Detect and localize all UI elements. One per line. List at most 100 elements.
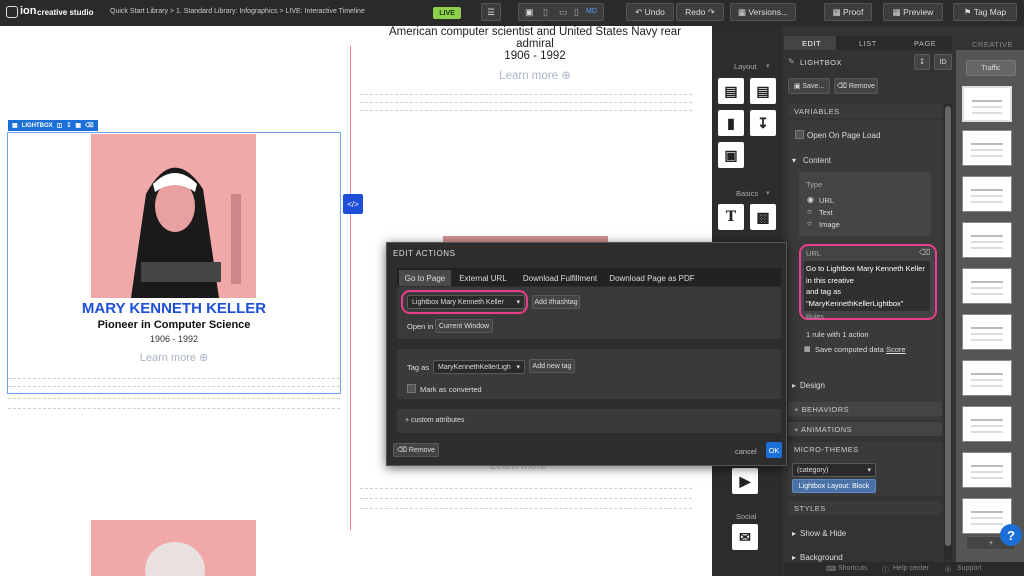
preview-button[interactable]: ▦ Preview [883,3,943,21]
add-new-tag-button[interactable]: Add new tag [529,359,575,373]
background-caret-icon[interactable]: ▸ [792,553,796,562]
duplicate-icon[interactable]: ◫ [57,122,63,129]
trash-icon[interactable]: ⌫ [919,248,930,257]
add-hashtag-button[interactable]: Add #hashtag [532,295,580,309]
text-element-icon[interactable]: T [718,204,744,230]
tab-creative[interactable]: CREATIVE [972,40,1013,49]
proof-button[interactable]: ▦ Proof [824,3,872,21]
social-label: Social [736,512,757,521]
show-hide-caret-icon[interactable]: ▸ [792,529,796,538]
device-switcher: ▣ ▯ ▭ ▯ MD [518,3,604,21]
save-button[interactable]: ▣ Save... [788,78,830,94]
rules-value[interactable]: 1 rule with 1 action [806,330,869,339]
right-learn-more-link[interactable]: Learn more ⊕ [360,68,710,82]
chevron-down-icon: ▾ [867,467,871,474]
undo-label: Undo [644,7,665,17]
cancel-button[interactable]: cancel [735,447,757,456]
show-hide-label[interactable]: Show & Hide [800,529,846,538]
phone-icon[interactable]: ▯ [574,7,579,18]
breadcrumb[interactable]: Quick Start Library > 1. Standard Librar… [110,8,365,15]
design-label[interactable]: Design [800,381,825,390]
content-caret-icon[interactable]: ▾ [792,156,796,165]
layout-columns-icon[interactable]: ▤ [718,78,744,104]
animations-header[interactable]: + ANIMATIONS [788,422,942,436]
layout-frame-icon[interactable]: ▣ [718,142,744,168]
tablet-landscape-icon[interactable]: ▭ [559,7,568,18]
desktop-icon[interactable]: ▣ [525,7,534,18]
comment-element-icon[interactable]: ✉ [732,524,758,550]
tab-external-url[interactable]: External URL [455,270,511,286]
download-icon[interactable]: ↧ [914,54,930,70]
page-thumbnail[interactable] [962,176,1012,212]
card-learn-more-link[interactable]: Learn more ⊕ [8,351,340,364]
id-button[interactable]: ID [934,54,952,70]
logo-icon [6,6,18,18]
device-size-label[interactable]: MD [586,8,597,15]
help-icon[interactable]: ? [1000,524,1022,546]
image-element-icon[interactable]: ▩ [750,204,776,230]
page-thumbnail[interactable] [962,130,1012,166]
shortcuts-link[interactable]: Shortcuts [838,565,868,572]
page-thumbnail[interactable] [962,360,1012,396]
page-select[interactable]: Lightbox Mary Kenneth Keller ▾ [407,295,525,309]
variables-header: VARIABLES [788,104,942,118]
radio-image-icon[interactable]: ○ [807,219,812,228]
layout-caret-icon[interactable]: ▾ [766,62,770,70]
basics-caret-icon[interactable]: ▾ [766,189,770,197]
save-computed-label[interactable]: Save computed data [815,345,884,354]
dashed-divider [360,110,692,111]
layout-rows-icon[interactable]: ▤ [750,78,776,104]
mark-converted-checkbox[interactable] [407,384,416,393]
page-thumbnail[interactable] [962,406,1012,442]
page-thumbnail[interactable] [962,452,1012,488]
remove-element-button[interactable]: ⌫ Remove [834,78,878,94]
ok-button[interactable]: OK [766,442,782,458]
tag-map-button[interactable]: ⚑ Tag Map [953,3,1017,21]
layout-download-icon[interactable]: ↧ [750,110,776,136]
tablet-icon[interactable]: ▯ [543,7,548,18]
redo-label: Redo [685,7,706,17]
right-card-desc-2: admiral [516,38,554,50]
radio-text-icon[interactable]: ○ [807,207,812,216]
custom-attributes-link[interactable]: + custom attributes [405,417,464,424]
tab-download-fulfillment[interactable]: Download Fulfillment [517,270,603,286]
lightbox-layout-chip[interactable]: Lightbox Layout: Block [792,479,876,493]
redo-button[interactable]: Redo ↷ [676,3,724,21]
support-link[interactable]: Support [957,565,982,572]
score-link[interactable]: Score [886,345,906,354]
help-center-link[interactable]: Help center [893,565,929,572]
layout-split-icon[interactable]: ▮ [718,110,744,136]
open-on-load-checkbox[interactable] [795,130,804,139]
page-thumbnail[interactable] [962,86,1012,122]
traffic-button[interactable]: Traffic [966,60,1016,76]
tab-download-pdf[interactable]: Download Page as PDF [607,270,697,286]
remove-action-button[interactable]: ⌫ Remove [393,443,439,457]
behaviors-header[interactable]: + BEHAVIORS [788,402,942,416]
radio-url-icon[interactable]: ◉ [807,195,814,204]
background-label[interactable]: Background [800,553,843,562]
dashed-divider [360,508,692,509]
page-thumbnail[interactable] [962,268,1012,304]
url-description[interactable]: Go to Lightbox Mary Kenneth Keller in th… [804,261,930,311]
grid-icon[interactable]: ▦ [75,122,81,129]
lightbox-tag[interactable]: ▦ LIGHTBOX ◫ ↧ ▦ ⌫ [8,120,98,131]
tab-page[interactable]: PAGE [914,39,936,48]
card-name: MARY KENNETH KELLER [81,300,267,317]
panel-scrollbar[interactable] [944,104,952,560]
video-element-icon[interactable]: ▶ [732,468,758,494]
code-toggle-icon[interactable]: </> [343,194,363,214]
move-down-icon[interactable]: ↧ [66,122,71,129]
open-in-select[interactable]: Current Window [435,319,493,333]
undo-button[interactable]: ↶ Undo [626,3,674,21]
page-thumbnail[interactable] [962,222,1012,258]
design-caret-icon[interactable]: ▸ [792,381,796,390]
page-thumbnail[interactable] [962,314,1012,350]
radio-text-label: Text [819,208,833,217]
tab-list[interactable]: LIST [859,39,877,48]
tag-select[interactable]: MaryKennethKellerLigh ▾ [433,360,525,374]
category-select[interactable]: (category) ▾ [792,463,876,477]
stack-icon[interactable]: ☰ [481,3,501,21]
tab-go-to-page[interactable]: Go to Page [399,270,451,286]
trash-icon[interactable]: ⌫ [85,122,93,129]
versions-button[interactable]: ▦ Versions... [730,3,796,21]
